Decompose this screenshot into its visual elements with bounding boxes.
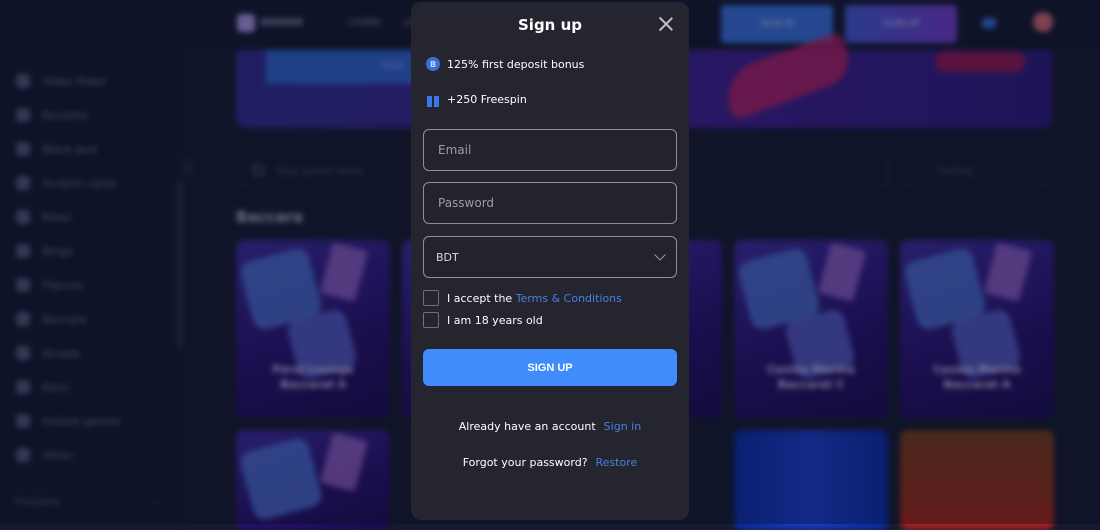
modal-title: Sign up (411, 16, 689, 34)
password-input[interactable] (424, 183, 676, 223)
forgot-prompt: Forgot your password? (463, 456, 588, 469)
sign-in-row: Already have an account Sign in (411, 420, 689, 433)
restore-link[interactable]: Restore (596, 456, 638, 469)
terms-label: I accept the Terms & Conditions (447, 292, 622, 305)
close-icon[interactable] (658, 16, 674, 32)
currency-select[interactable]: BDT (423, 236, 677, 278)
terms-row: I accept the Terms & Conditions (423, 290, 622, 306)
deposit-bonus-promo: B 125% first deposit bonus (426, 57, 584, 71)
age-row: I am 18 years old (423, 312, 543, 328)
sign-up-modal: Sign up B 125% first deposit bonus +250 … (411, 2, 689, 520)
gift-icon (426, 92, 440, 106)
age-checkbox[interactable] (423, 312, 439, 328)
bonus-coin-icon: B (426, 57, 440, 71)
email-input[interactable] (424, 130, 676, 170)
terms-link[interactable]: Terms & Conditions (516, 292, 622, 305)
password-field[interactable] (423, 182, 677, 224)
promo-text: 125% first deposit bonus (447, 58, 584, 71)
account-prompt: Already have an account (459, 420, 596, 433)
sign-up-button[interactable]: SIGN UP (423, 349, 677, 386)
promo-text: +250 Freespin (447, 93, 527, 106)
currency-value: BDT (436, 251, 459, 264)
age-label: I am 18 years old (447, 314, 543, 327)
chevron-down-icon (654, 249, 665, 260)
email-field[interactable] (423, 129, 677, 171)
terms-checkbox[interactable] (423, 290, 439, 306)
sign-in-link[interactable]: Sign in (604, 420, 642, 433)
restore-row: Forgot your password? Restore (411, 456, 689, 469)
freespin-promo: +250 Freespin (426, 92, 527, 106)
terms-prefix: I accept the (447, 292, 512, 305)
